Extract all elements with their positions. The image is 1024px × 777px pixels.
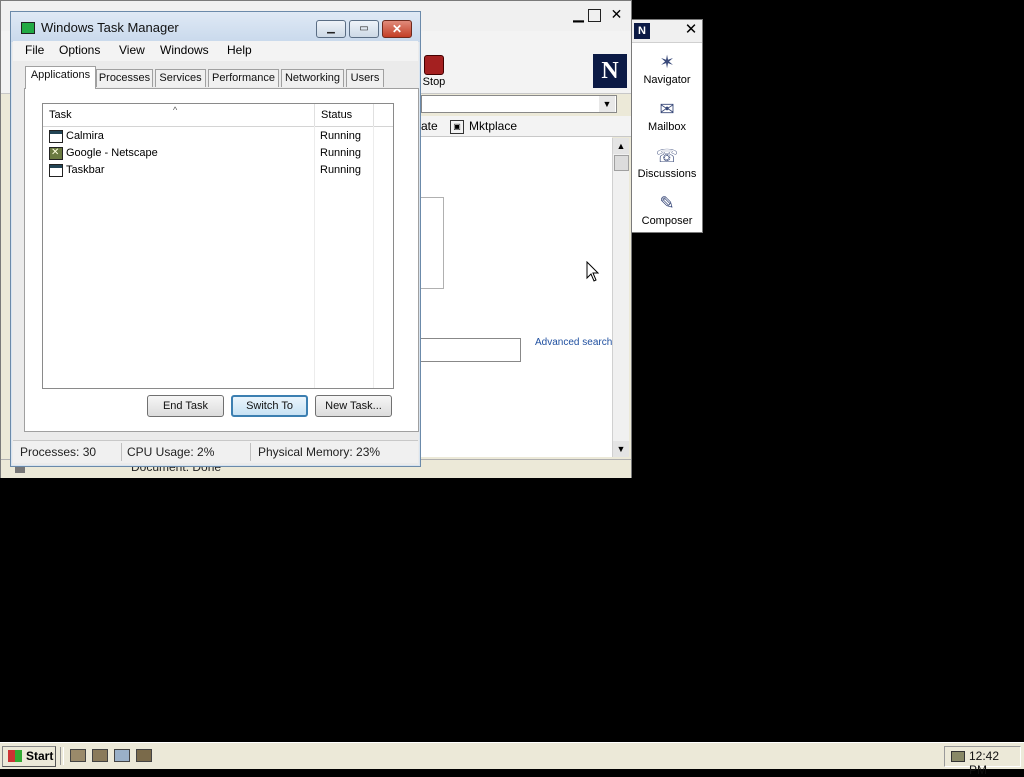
scroll-thumb[interactable] bbox=[614, 155, 629, 171]
scroll-down-arrow[interactable]: ▼ bbox=[613, 441, 629, 457]
navigator-button[interactable]: ✶ Navigator bbox=[632, 52, 702, 86]
content-panel bbox=[421, 197, 444, 289]
start-label: Start bbox=[26, 749, 54, 763]
physical-memory: Physical Memory: 23% bbox=[258, 445, 381, 459]
mailbox-label: Mailbox bbox=[648, 121, 686, 133]
close-button[interactable]: ✕ bbox=[382, 20, 412, 38]
location-input[interactable] bbox=[421, 95, 617, 113]
tray-app-icon[interactable] bbox=[951, 751, 965, 762]
quick-launch-folder-icon[interactable] bbox=[92, 749, 108, 762]
task-name: Calmira bbox=[66, 130, 104, 142]
stop-button[interactable]: Stop bbox=[419, 53, 449, 91]
tab-networking[interactable]: Networking bbox=[281, 69, 344, 87]
quick-launch-network-icon[interactable] bbox=[114, 749, 130, 762]
menu-help[interactable]: Help bbox=[227, 43, 252, 57]
task-manager-statusbar: Processes: 30 CPU Usage: 2% Physical Mem… bbox=[13, 440, 418, 463]
clock[interactable]: 12:42 PM bbox=[969, 749, 1020, 777]
task-row[interactable]: Google - Netscape Running bbox=[43, 146, 393, 163]
sort-ascending-icon: ^ bbox=[173, 105, 178, 115]
window-icon bbox=[49, 164, 63, 177]
discussions-label: Discussions bbox=[637, 168, 697, 180]
scroll-up-arrow[interactable]: ▲ bbox=[613, 138, 629, 154]
maximize-button[interactable] bbox=[588, 9, 601, 22]
processes-count: Processes: 30 bbox=[20, 445, 97, 459]
search-input[interactable] bbox=[421, 338, 521, 362]
close-button[interactable]: ✕ bbox=[608, 7, 625, 24]
column-header-task-label: Task bbox=[49, 109, 72, 121]
mailbox-icon: ✉ bbox=[659, 99, 675, 119]
task-name: Taskbar bbox=[66, 164, 105, 176]
page-content bbox=[421, 137, 612, 457]
window-title: Windows Task Manager bbox=[41, 20, 179, 35]
quick-launch-divider bbox=[60, 747, 64, 765]
task-name: Google - Netscape bbox=[66, 147, 158, 159]
tab-processes[interactable]: Processes bbox=[96, 69, 153, 87]
cpu-usage: CPU Usage: 2% bbox=[127, 445, 215, 459]
window-icon bbox=[49, 130, 63, 143]
stop-icon bbox=[424, 55, 444, 75]
quick-launch-desktop-icon[interactable] bbox=[136, 749, 152, 762]
task-manager-titlebar[interactable]: Windows Task Manager ▁ ▭ ✕ bbox=[11, 12, 420, 42]
status-divider bbox=[250, 443, 251, 461]
mailbox-button[interactable]: ✉ Mailbox bbox=[632, 99, 702, 133]
stop-label: Stop bbox=[422, 76, 446, 88]
tab-services[interactable]: Services bbox=[155, 69, 206, 87]
menu-view[interactable]: View bbox=[119, 43, 145, 57]
task-row[interactable]: Taskbar Running bbox=[43, 163, 393, 180]
discussions-button[interactable]: ☏ Discussions bbox=[632, 146, 702, 180]
switch-to-button[interactable]: Switch To bbox=[231, 395, 308, 417]
task-status: Running bbox=[320, 130, 361, 142]
mktplace-link[interactable]: ▣ Mktplace bbox=[450, 119, 517, 134]
composer-label: Composer bbox=[641, 215, 693, 227]
menu-windows[interactable]: Windows bbox=[160, 43, 209, 57]
tab-users[interactable]: Users bbox=[346, 69, 384, 87]
composer-button[interactable]: ✎ Composer bbox=[632, 193, 702, 227]
tab-strip: Applications Processes Services Performa… bbox=[25, 66, 410, 89]
task-list-header: Task ^ Status bbox=[43, 104, 393, 127]
mouse-cursor-icon bbox=[586, 261, 600, 282]
bookmark-icon: ▣ bbox=[450, 119, 464, 134]
vertical-scrollbar[interactable]: ▲ ▼ bbox=[612, 138, 629, 457]
start-button[interactable]: Start bbox=[2, 746, 56, 767]
menu-options[interactable]: Options bbox=[59, 43, 100, 57]
column-header-status[interactable]: Status bbox=[315, 104, 374, 126]
task-status: Running bbox=[320, 164, 361, 176]
personal-bar-item[interactable]: ate bbox=[421, 119, 438, 133]
new-task-button[interactable]: New Task... bbox=[315, 395, 392, 417]
mktplace-label: Mktplace bbox=[469, 119, 518, 133]
component-bar-close-button[interactable]: ✕ bbox=[682, 21, 700, 39]
netscape-throbber-logo[interactable]: N bbox=[593, 54, 627, 88]
task-manager-icon bbox=[21, 22, 35, 34]
task-manager-window: Windows Task Manager ▁ ▭ ✕ File Options … bbox=[10, 11, 421, 467]
minimize-button[interactable]: ▁ bbox=[316, 20, 346, 38]
advanced-search-link[interactable]: Advanced search bbox=[535, 337, 612, 348]
maximize-button[interactable]: ▭ bbox=[349, 20, 379, 38]
column-header-task[interactable]: Task ^ bbox=[43, 104, 315, 126]
task-row[interactable]: Calmira Running bbox=[43, 129, 393, 146]
tab-performance[interactable]: Performance bbox=[208, 69, 279, 87]
navigator-label: Navigator bbox=[643, 74, 691, 86]
composer-icon: ✎ bbox=[659, 193, 675, 213]
minimize-button[interactable]: ▁ bbox=[570, 7, 587, 24]
taskbar: Start 12:42 PM bbox=[0, 742, 1024, 777]
menu-file[interactable]: File bbox=[25, 43, 44, 57]
component-bar-header[interactable]: N ✕ bbox=[632, 20, 702, 43]
quick-launch-explorer-icon[interactable] bbox=[70, 749, 86, 762]
task-list[interactable]: Task ^ Status Calmira Running Google - N… bbox=[42, 103, 394, 389]
tab-applications[interactable]: Applications bbox=[25, 66, 96, 89]
netscape-icon bbox=[49, 147, 63, 160]
menubar: File Options View Windows Help bbox=[13, 41, 418, 61]
navigator-icon: ✶ bbox=[659, 52, 675, 72]
discussions-icon: ☏ bbox=[655, 146, 679, 166]
netscape-logo-icon: N bbox=[634, 23, 650, 39]
system-tray: 12:42 PM bbox=[944, 746, 1021, 777]
task-status: Running bbox=[320, 147, 361, 159]
windows-logo-icon bbox=[8, 750, 22, 762]
component-bar: N ✕ ✶ Navigator ✉ Mailbox ☏ Discussions … bbox=[631, 19, 703, 233]
location-dropdown-arrow[interactable]: ▼ bbox=[599, 96, 615, 112]
status-divider bbox=[121, 443, 122, 461]
end-task-button[interactable]: End Task bbox=[147, 395, 224, 417]
personal-toolbar: ate ▣ Mktplace bbox=[421, 116, 631, 137]
